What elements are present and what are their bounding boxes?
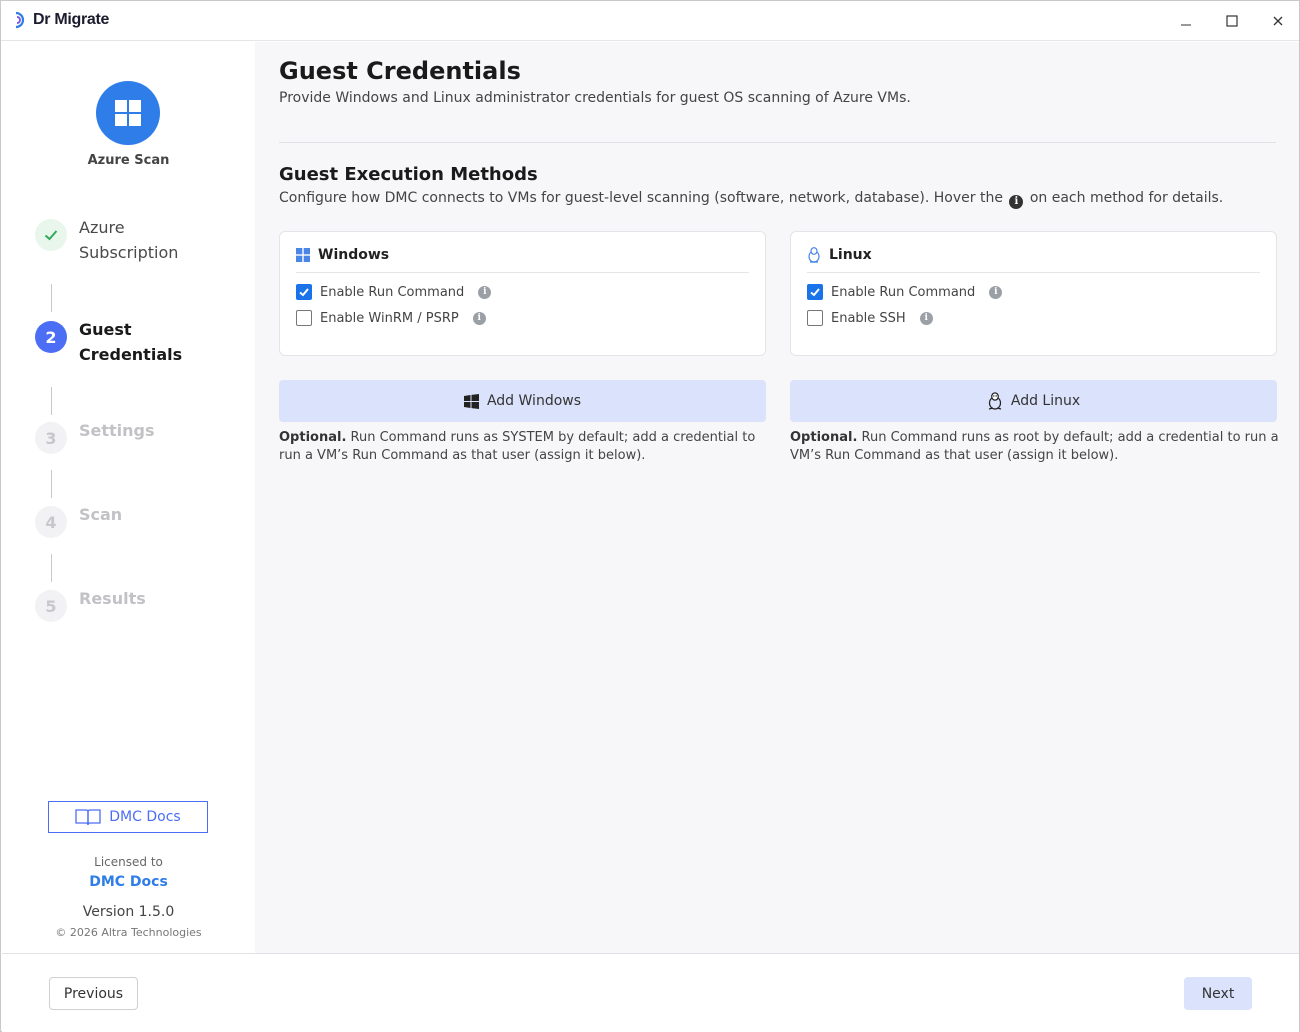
card-title: Linux bbox=[829, 247, 872, 263]
page-title: Guest Credentials bbox=[279, 57, 521, 85]
info-icon[interactable]: i bbox=[472, 311, 486, 325]
dr-migrate-logo-icon bbox=[15, 11, 25, 29]
add-linux-label: Add Linux bbox=[1010, 393, 1081, 409]
licensed-to-label: Licensed to bbox=[94, 855, 163, 869]
minimize-icon bbox=[1181, 24, 1191, 26]
linux-penguin-icon bbox=[988, 392, 1002, 410]
step-number: 4 bbox=[35, 506, 67, 538]
windows-logo-icon bbox=[463, 393, 479, 409]
option-linux-run-command: Enable Run Command i bbox=[807, 284, 1003, 300]
note-text: Run Command runs as root by default; add… bbox=[790, 430, 1279, 463]
info-icon[interactable]: i bbox=[478, 285, 492, 299]
section-title: Guest Execution Methods bbox=[279, 164, 538, 185]
step-azure-subscription[interactable]: Azure Subscription bbox=[35, 218, 189, 265]
title-bar: Dr Migrate bbox=[1, 1, 1299, 41]
note-bold: Optional. bbox=[790, 430, 858, 445]
card-title: Windows bbox=[318, 247, 390, 263]
windows-logo-icon bbox=[115, 100, 141, 126]
enable-run-command-checkbox[interactable] bbox=[807, 284, 823, 300]
app-name: Dr Migrate bbox=[33, 11, 110, 28]
step-scan: 4 Scan bbox=[35, 505, 122, 538]
windows-optional-note: Optional. Run Command runs as SYSTEM by … bbox=[279, 429, 769, 465]
card-header: Linux bbox=[807, 246, 1260, 273]
book-icon bbox=[75, 809, 101, 826]
note-bold: Optional. bbox=[279, 430, 347, 445]
page-subtitle: Provide Windows and Linux administrator … bbox=[279, 90, 911, 106]
footer-bar: Previous Next bbox=[2, 953, 1299, 1032]
add-windows-label: Add Windows bbox=[486, 393, 582, 409]
step-complete-marker bbox=[35, 219, 67, 251]
checkmark-icon bbox=[44, 230, 58, 241]
option-windows-winrm: Enable WinRM / PSRP i bbox=[296, 310, 486, 326]
enable-winrm-checkbox[interactable] bbox=[296, 310, 312, 326]
info-icon[interactable]: i bbox=[919, 311, 933, 325]
main-content: Guest Credentials Provide Windows and Li… bbox=[255, 42, 1299, 953]
step-label: Scan bbox=[79, 505, 123, 524]
app-window: Dr Migrate Azure Scan Azure Subscription… bbox=[0, 0, 1300, 1032]
azure-scan-logo bbox=[96, 81, 160, 145]
close-icon bbox=[1273, 16, 1283, 26]
step-connector bbox=[51, 387, 52, 415]
option-label: Enable SSH bbox=[831, 310, 906, 326]
step-number: 5 bbox=[35, 590, 67, 622]
step-connector bbox=[51, 554, 52, 582]
add-linux-button[interactable]: Add Linux bbox=[790, 380, 1277, 422]
step-results: 5 Results bbox=[35, 589, 146, 622]
version-label: Version 1.5.0 bbox=[82, 904, 175, 920]
windows-methods-card: Windows Enable Run Command i Enable WinR… bbox=[279, 231, 766, 356]
dmc-docs-button[interactable]: DMC Docs bbox=[48, 801, 208, 833]
sidebar: Azure Scan Azure Subscription 2 Guest Cr… bbox=[2, 42, 255, 953]
divider bbox=[279, 142, 1276, 143]
linux-methods-card: Linux Enable Run Command i Enable SSH i bbox=[790, 231, 1277, 356]
windows-logo-icon bbox=[296, 248, 310, 262]
option-linux-ssh: Enable SSH i bbox=[807, 310, 933, 326]
option-label: Enable Run Command bbox=[831, 284, 976, 300]
option-label: Enable Run Command bbox=[320, 284, 465, 300]
step-label: Guest Credentials bbox=[79, 320, 183, 364]
step-label: Results bbox=[79, 589, 146, 608]
card-header: Windows bbox=[296, 246, 749, 273]
step-number: 2 bbox=[35, 321, 67, 353]
enable-ssh-checkbox[interactable] bbox=[807, 310, 823, 326]
add-windows-button[interactable]: Add Windows bbox=[279, 380, 766, 422]
linux-penguin-icon bbox=[808, 247, 820, 263]
next-button[interactable]: Next bbox=[1184, 977, 1252, 1010]
step-guest-credentials[interactable]: 2 Guest Credentials bbox=[35, 320, 189, 367]
step-connector bbox=[51, 470, 52, 498]
close-button[interactable] bbox=[1255, 1, 1300, 41]
step-number: 3 bbox=[35, 422, 67, 454]
maximize-button[interactable] bbox=[1209, 1, 1255, 41]
copyright-label: © 2026 Altra Technologies bbox=[55, 926, 202, 939]
checkmark-icon bbox=[810, 288, 820, 297]
step-connector bbox=[51, 284, 52, 312]
step-settings: 3 Settings bbox=[35, 421, 155, 454]
note-text: Run Command runs as SYSTEM by default; a… bbox=[279, 430, 756, 463]
option-windows-run-command: Enable Run Command i bbox=[296, 284, 492, 300]
scan-title: Azure Scan bbox=[87, 153, 170, 168]
linux-optional-note: Optional. Run Command runs as root by de… bbox=[790, 429, 1280, 465]
section-subtitle-text-end: on each method for details. bbox=[1029, 190, 1224, 206]
maximize-icon bbox=[1226, 15, 1238, 27]
info-icon: i bbox=[1009, 194, 1024, 209]
info-icon[interactable]: i bbox=[989, 285, 1003, 299]
section-subtitle: Configure how DMC connects to VMs for gu… bbox=[279, 190, 1223, 209]
app-logo: Dr Migrate bbox=[13, 10, 109, 30]
step-label: Settings bbox=[79, 421, 155, 440]
licensee-name: DMC Docs bbox=[89, 874, 168, 890]
previous-button[interactable]: Previous bbox=[49, 977, 138, 1010]
option-label: Enable WinRM / PSRP bbox=[320, 310, 459, 326]
enable-run-command-checkbox[interactable] bbox=[296, 284, 312, 300]
dmc-docs-label: DMC Docs bbox=[109, 809, 181, 825]
minimize-button[interactable] bbox=[1163, 1, 1209, 41]
checkmark-icon bbox=[299, 288, 309, 297]
step-label: Azure Subscription bbox=[79, 218, 179, 262]
section-subtitle-text: Configure how DMC connects to VMs for gu… bbox=[279, 190, 1003, 206]
